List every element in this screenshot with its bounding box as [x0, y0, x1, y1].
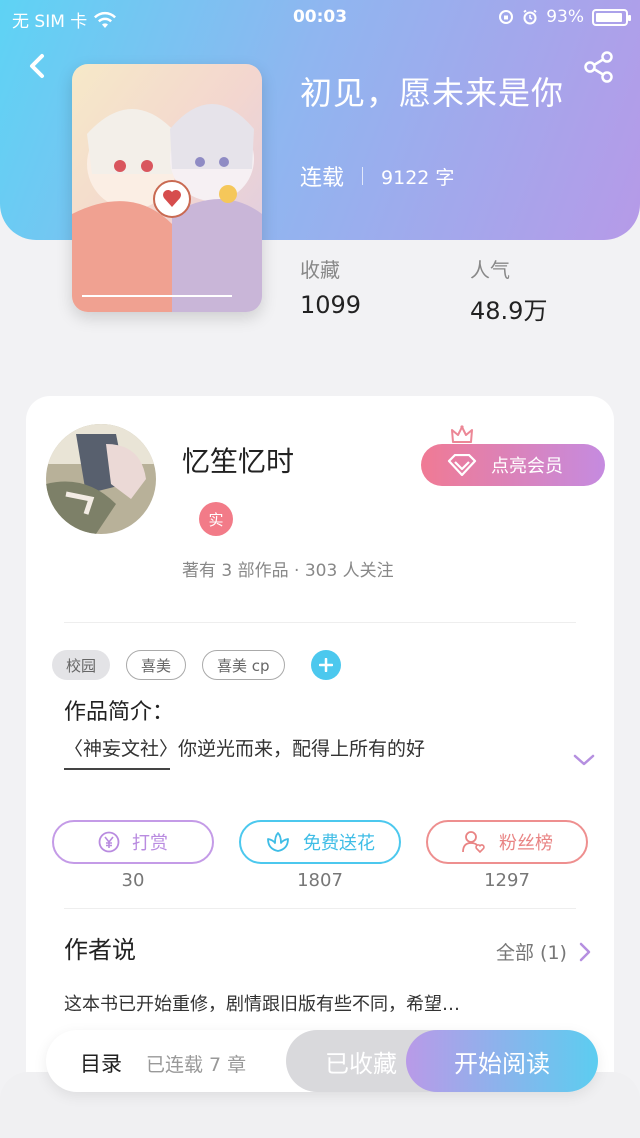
cover-illustration [72, 64, 262, 312]
chapter-count: 已连载 7 章 [146, 1054, 247, 1076]
alarm-icon [523, 9, 537, 25]
view-all-link[interactable]: 全部 (1) [496, 938, 591, 965]
collected-label: 已收藏 [325, 1049, 397, 1078]
tag-item[interactable]: 校园 [52, 650, 111, 680]
vip-button-label: 点亮会员 [491, 456, 563, 477]
stat-label: 收藏 [300, 258, 340, 282]
serial-status: 连载 [300, 166, 345, 191]
intro-title: 作品简介： [64, 700, 175, 725]
battery-percent: 93% [546, 7, 584, 27]
author-summary: 著有 3 部作品 · 303 人关注 [182, 561, 394, 581]
reward-label: 打赏 [132, 833, 168, 854]
add-tag-button[interactable] [310, 650, 341, 680]
verified-badge: 实 [199, 502, 233, 536]
toc-button[interactable]: 目录 [80, 1048, 122, 1078]
yen-coin-icon [98, 831, 120, 853]
start-reading-label: 开始阅读 [454, 1049, 550, 1078]
intro-text: 〈神妄文社〉你逆光而来，配得上所有的好 [64, 738, 426, 760]
view-all-label: 全部 (1) [496, 942, 567, 964]
back-button[interactable] [22, 48, 54, 84]
send-flower-label: 免费送花 [303, 833, 375, 854]
expand-chevron-icon[interactable] [572, 752, 596, 768]
stat-collections: 收藏 1099 [300, 254, 361, 319]
plus-icon [318, 658, 333, 672]
crown-icon [451, 425, 473, 443]
reward-count: 30 [121, 870, 145, 891]
status-bar: 无 SIM 卡 00:03 93% [0, 0, 640, 36]
intro-underline [64, 768, 170, 770]
tag-item[interactable]: 喜美 cp [202, 650, 285, 680]
chevron-right-icon [579, 942, 591, 961]
stat-popularity: 人气 48.9万 [470, 254, 547, 326]
fan-count: 1297 [484, 870, 530, 891]
battery-icon [592, 8, 631, 26]
book-title: 初见，愿未来是你 [300, 74, 565, 112]
diamond-icon [447, 454, 477, 476]
word-count: 9122 字 [381, 166, 455, 189]
book-meta: 连载 9122 字 [300, 160, 454, 192]
stat-label: 人气 [470, 258, 510, 282]
user-heart-icon [462, 831, 485, 854]
avatar-image [46, 424, 156, 534]
vip-button[interactable]: 点亮会员 [421, 444, 605, 486]
author-say-title: 作者说 [64, 936, 136, 964]
orientation-lock-icon [499, 10, 514, 24]
stat-value: 48.9万 [470, 297, 548, 325]
flower-icon [267, 832, 289, 852]
stat-value: 1099 [300, 291, 362, 319]
send-flower-button[interactable]: 免费送花 [239, 820, 401, 864]
divider [64, 908, 576, 909]
share-button[interactable] [582, 50, 616, 84]
author-name[interactable]: 忆笙忆时 [182, 440, 294, 480]
author-avatar[interactable] [46, 424, 156, 534]
fan-ranking-button[interactable]: 粉丝榜 [426, 820, 588, 864]
book-cover[interactable] [72, 64, 262, 312]
fan-ranking-label: 粉丝榜 [499, 833, 553, 854]
author-say-text[interactable]: 这本书已开始重修，剧情跟旧版有些不同，希望… [64, 990, 460, 1016]
tag-item[interactable]: 喜美 [126, 650, 187, 680]
start-reading-button[interactable]: 开始阅读 [406, 1030, 598, 1092]
tag-list: 校园 喜美 喜美 cp [52, 650, 341, 680]
divider [64, 622, 576, 623]
flower-count: 1807 [297, 870, 343, 891]
reward-button[interactable]: 打赏 [52, 820, 214, 864]
meta-divider [362, 167, 364, 185]
